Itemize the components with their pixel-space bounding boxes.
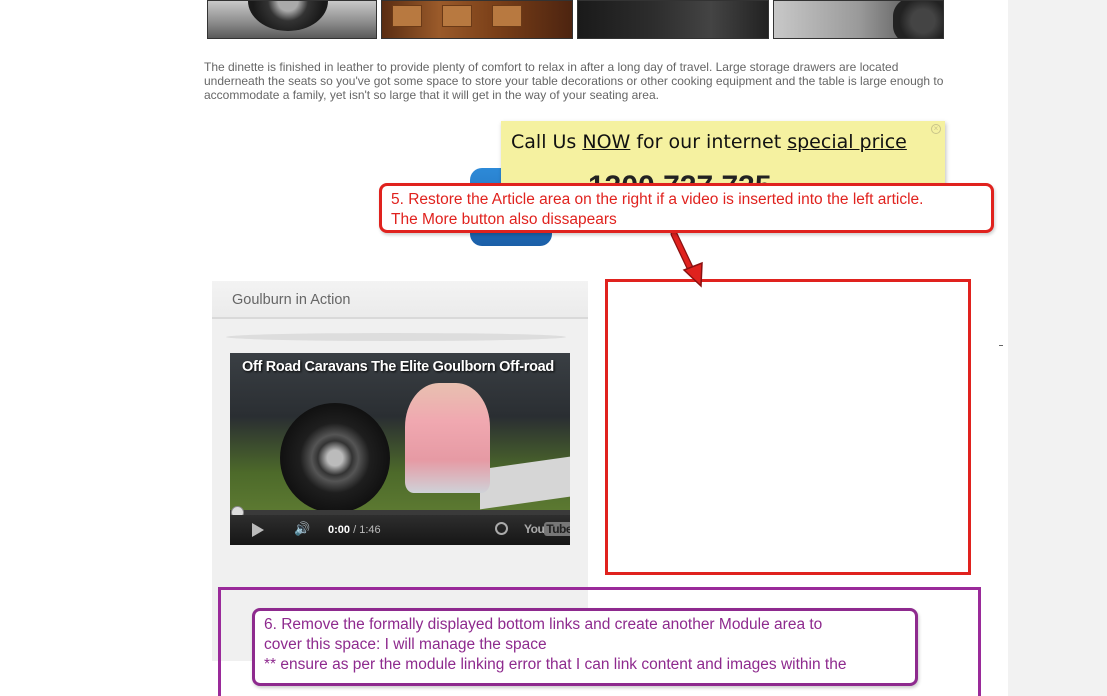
cabinet-image <box>492 5 522 27</box>
video-time-separator: / <box>350 524 360 536</box>
call-us-text-part: Call Us <box>511 131 583 153</box>
video-time: 0:00 / 1:46 <box>328 524 381 536</box>
youtube-video-player[interactable]: Off Road Caravans The Elite Goulborn Off… <box>230 353 570 545</box>
article-paragraph: The dinette is finished in leather to pr… <box>204 60 944 102</box>
tire-image <box>893 1 943 38</box>
gutter-mark <box>999 345 1003 346</box>
gallery-thumbnail-exterior[interactable] <box>773 0 944 39</box>
video-title[interactable]: Off Road Caravans The Elite Goulborn Off… <box>242 359 554 375</box>
module-divider-shadow <box>226 333 566 341</box>
clock-icon[interactable] <box>495 522 508 535</box>
video-scene-person <box>405 383 490 493</box>
video-scene-step <box>480 456 570 510</box>
annotation-note-6: 6. Remove the formally displayed bottom … <box>252 608 918 686</box>
youtube-logo-you: You <box>524 522 545 536</box>
youtube-logo-icon[interactable]: You Tube <box>524 522 570 536</box>
cabinet-image <box>442 5 472 27</box>
call-us-text-part: for our internet <box>630 131 788 153</box>
call-us-now: NOW <box>582 131 631 153</box>
gallery-thumbnail-tire[interactable] <box>207 0 377 39</box>
annotation-line: ** ensure as per the module linking erro… <box>264 656 847 673</box>
close-icon[interactable]: × <box>931 124 941 134</box>
video-frame[interactable] <box>230 353 570 513</box>
gallery-thumbnail-interior[interactable] <box>577 0 769 39</box>
annotation-arrow-icon <box>670 230 703 288</box>
gallery-thumbnail-kitchen[interactable] <box>381 0 573 39</box>
missing-article-area <box>605 279 971 575</box>
annotation-line: The More button also dissapears <box>391 211 617 228</box>
video-duration: 1:46 <box>359 524 381 536</box>
annotation-line: 6. Remove the formally displayed bottom … <box>264 616 823 633</box>
tire-image <box>248 1 328 31</box>
page: The dinette is finished in leather to pr… <box>0 0 1107 696</box>
annotation-line: cover this space: I will manage the spac… <box>264 636 547 653</box>
play-icon[interactable] <box>252 523 264 537</box>
call-us-special-price: special price <box>787 131 907 153</box>
annotation-note-5: 5. Restore the Article area on the right… <box>379 183 994 233</box>
video-scene-wheel <box>280 403 390 513</box>
volume-icon[interactable]: 🔊 <box>294 521 310 537</box>
cabinet-image <box>392 5 422 27</box>
annotation-line: 5. Restore the Article area on the right… <box>391 191 924 208</box>
right-gutter <box>1008 0 1107 696</box>
video-controls: 🔊 0:00 / 1:46 You Tube <box>230 515 570 545</box>
youtube-logo-tube: Tube <box>544 522 570 536</box>
call-us-text: Call Us NOW for our internet special pri… <box>511 131 907 153</box>
module-title: Goulburn in Action <box>212 281 588 319</box>
video-current-time: 0:00 <box>328 524 351 536</box>
